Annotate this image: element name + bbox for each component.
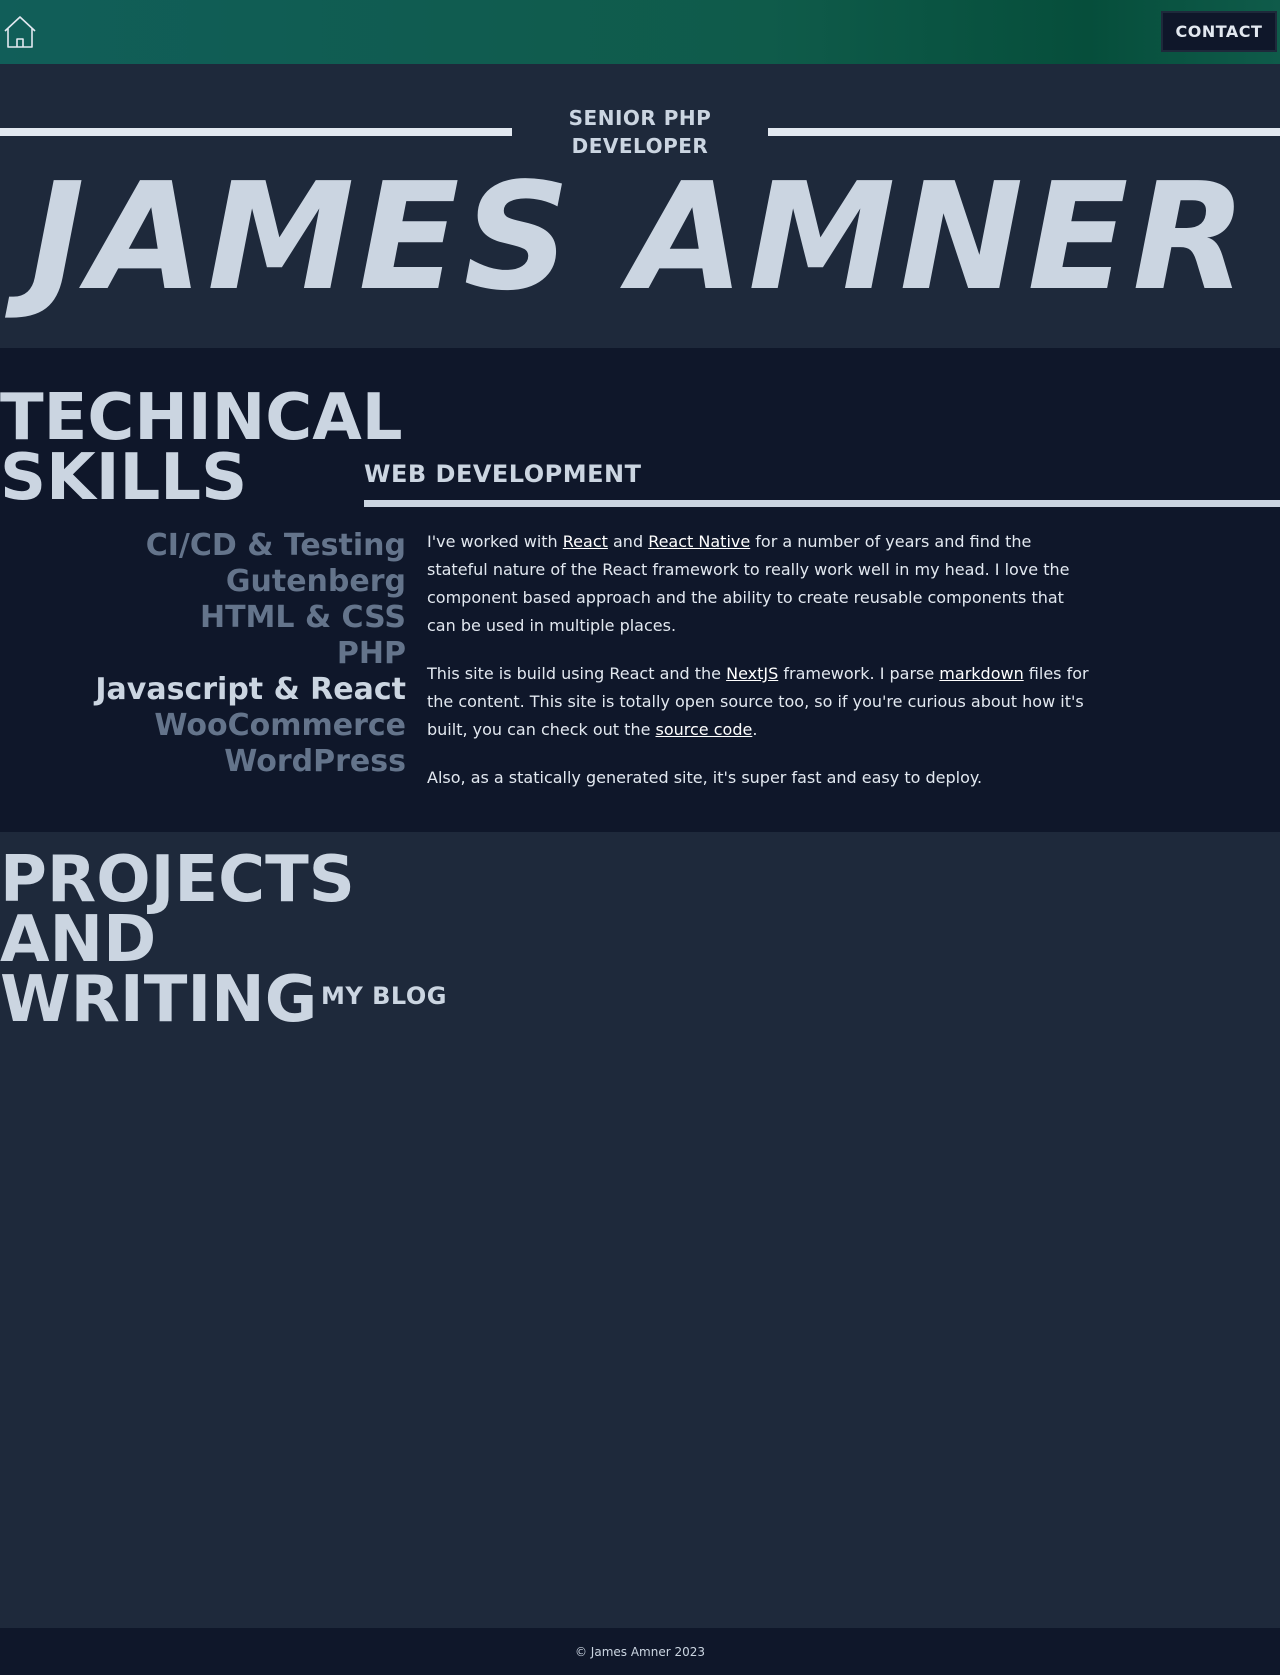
projects-title-line-2: AND [0, 903, 157, 977]
contact-button[interactable]: CONTACT [1161, 11, 1277, 52]
nextjs-link[interactable]: NextJS [726, 664, 778, 683]
home-icon[interactable] [3, 15, 37, 49]
hero-divider-left [0, 128, 512, 136]
skill-item-html-css[interactable]: HTML & CSS [0, 600, 406, 636]
text-run: This site is build using React and the [427, 664, 727, 683]
projects-section: PROJECTS AND WRITING MY BLOG [0, 832, 1280, 1628]
copyright-text: © James Amner 2023 [574, 1644, 706, 1659]
projects-title-line-1: PROJECTS [0, 843, 355, 917]
skill-paragraph-3: Also, as a statically generated site, it… [427, 768, 983, 787]
top-navbar: CONTACT [0, 0, 1280, 64]
text-run: framework. I parse [778, 664, 940, 683]
react-link[interactable]: React [563, 532, 608, 551]
hero-section: SENIOR PHP DEVELOPER JAMES AMNER [0, 64, 1280, 348]
skills-title: TECHINCAL SKILLS [0, 381, 403, 515]
source-code-link[interactable]: source code [656, 720, 753, 739]
skill-item-cicd-testing[interactable]: CI/CD & Testing [0, 528, 406, 564]
web-development-divider [364, 500, 1280, 507]
skill-item-php[interactable]: PHP [0, 636, 406, 672]
text-run: and [607, 532, 649, 551]
react-native-link[interactable]: React Native [648, 532, 750, 551]
projects-title-line-3: WRITING [0, 963, 318, 1037]
projects-title: PROJECTS AND WRITING [0, 843, 355, 1037]
skill-paragraph-2: This site is build using React and the N… [427, 660, 1097, 744]
skill-description: I've worked with React and React Native … [427, 528, 1097, 812]
skills-title-line-2: SKILLS [0, 441, 248, 515]
skill-paragraph-1: I've worked with React and React Native … [427, 528, 1097, 640]
text-run: . [752, 720, 758, 739]
hero-divider-right [768, 128, 1280, 136]
hero-subtitle-line-1: SENIOR PHP [568, 106, 712, 130]
skills-title-line-1: TECHINCAL [0, 381, 403, 455]
markdown-link[interactable]: markdown [939, 664, 1023, 683]
footer: © James Amner 2023 [0, 1628, 1280, 1675]
web-development-heading: WEB DEVELOPMENT [364, 460, 642, 488]
hero-name: JAMES AMNER [29, 151, 1251, 323]
skill-list: CI/CD & Testing Gutenberg HTML & CSS PHP… [0, 528, 406, 780]
skill-item-wordpress[interactable]: WordPress [0, 744, 406, 780]
text-run: I've worked with [427, 532, 563, 551]
skills-section: TECHINCAL SKILLS WEB DEVELOPMENT CI/CD &… [0, 348, 1280, 832]
my-blog-heading: MY BLOG [321, 982, 447, 1010]
skill-item-woocommerce[interactable]: WooCommerce [0, 708, 406, 744]
skill-item-javascript-react[interactable]: Javascript & React [0, 672, 406, 708]
skill-item-gutenberg[interactable]: Gutenberg [0, 564, 406, 600]
